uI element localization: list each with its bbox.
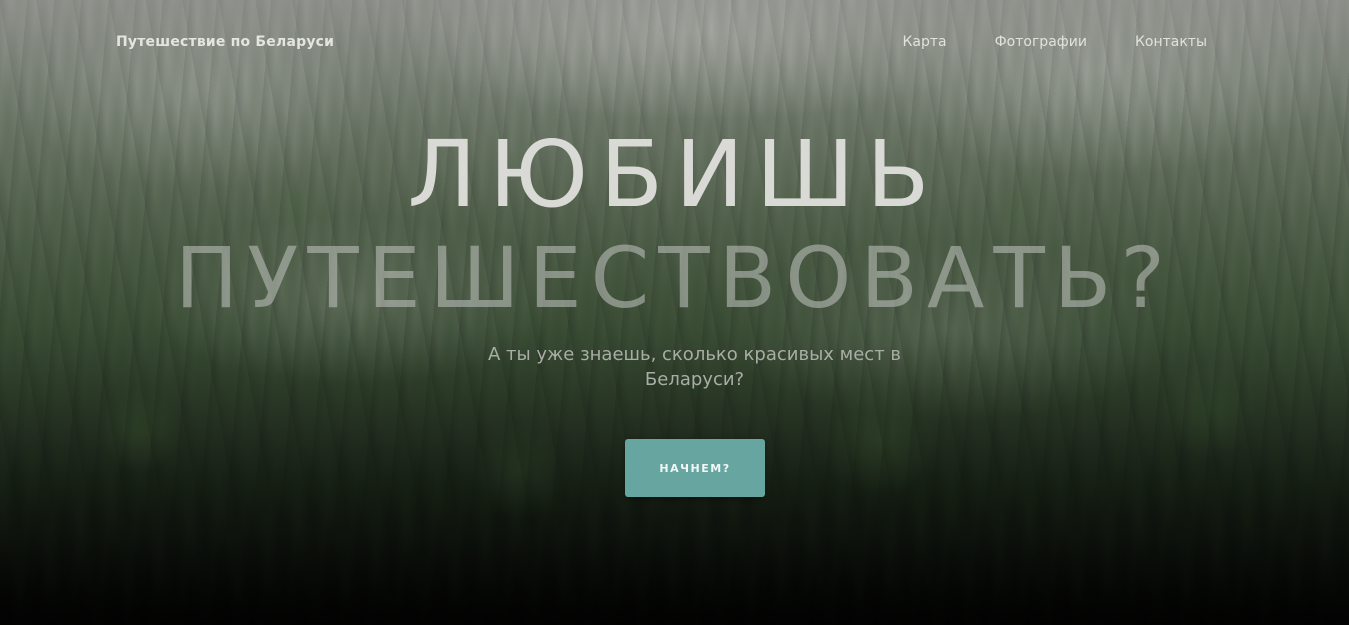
hero-section: Путешествие по Беларуси Карта Фотографии…: [0, 0, 1349, 625]
top-navigation: Путешествие по Беларуси Карта Фотографии…: [0, 0, 1349, 88]
nav-link-photos[interactable]: Фотографии: [995, 34, 1087, 50]
hero-headline-line1: ЛЮБИШЬ: [407, 121, 942, 228]
nav-link-contacts[interactable]: Контакты: [1135, 34, 1207, 50]
nav-menu: Карта Фотографии Контакты: [902, 34, 1207, 50]
start-button[interactable]: НАЧНЕМ?: [625, 439, 765, 497]
nav-link-map[interactable]: Карта: [902, 34, 946, 50]
brand-logo-link[interactable]: Путешествие по Беларуси: [116, 34, 334, 50]
hero-subtitle: А ты уже знаешь, сколько красивых мест в…: [487, 344, 902, 390]
hero-headline-line2: ПУТЕШЕСТВОВАТЬ?: [175, 229, 1174, 327]
